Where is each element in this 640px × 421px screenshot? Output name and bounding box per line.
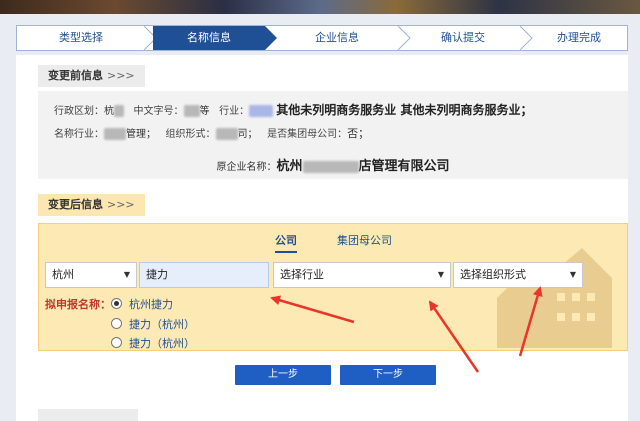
step-progress-bar: 类型选择 名称信息 企业信息 确认提交 办理完成 [16,25,628,51]
proposed-name-label: 拟申报名称： [45,298,111,311]
trade-name-input[interactable]: 捷力 [139,262,269,288]
before-info-row-2: 名称行业： 管理； 组织形式： 司； 是否集团母公司：否； [54,127,370,140]
next-step-button[interactable]: 下一步 [340,365,436,385]
before-info-row-1: 行政区划：杭 中文字号：等 行业： 其他未列明商务服务业 其他未列明商务服务业； [54,103,533,117]
main-panel: 变更前信息 >>> 行政区划：杭 中文字号：等 行业： 其他未列明商务服务业 其他… [16,55,628,421]
before-info-box: 行政区划：杭 中文字号：等 行业： 其他未列明商务服务业 其他未列明商务服务业；… [38,91,628,179]
dropdown-caret-icon: ▼ [123,270,130,279]
region-select[interactable]: 杭州 ▼ [45,262,137,288]
step-complete: 办理完成 [557,31,601,44]
after-section-title: 变更后信息 >>> [38,194,145,216]
redacted-mask [249,105,274,117]
next-section-title [38,409,138,421]
redacted-mask [215,128,238,140]
redacted-mask [302,161,359,173]
original-company-name: 原企业名称：杭州 店管理有限公司 [216,159,450,174]
building-watermark-icon [497,248,612,348]
redacted-mask [104,128,126,140]
radio-icon[interactable] [111,318,122,329]
org-form-select[interactable]: 选择组织形式 ▼ [453,262,583,288]
company-type-tabs: 公司 集团母公司 [39,232,627,254]
tab-company[interactable]: 公司 [275,232,297,253]
name-option-2[interactable]: 捷力（杭州） [111,316,195,332]
prev-step-button[interactable]: 上一步 [235,365,331,385]
dropdown-caret-icon: ▼ [437,270,444,279]
industry-select[interactable]: 选择行业 ▼ [273,262,451,288]
dropdown-caret-icon: ▼ [569,270,576,279]
step-active-arrow-icon [265,26,277,50]
step-confirm-submit: 确认提交 [441,31,485,44]
radio-selected-icon[interactable] [111,298,122,309]
redacted-mask [183,105,200,117]
redacted-mask [114,105,124,117]
before-section-title: 变更前信息 >>> [38,65,145,87]
after-info-box: 公司 集团母公司 杭州 ▼ 捷力 选择行业 ▼ 选择组织形式 ▼ 拟申报名称： 杭州捷… [38,223,628,351]
radio-icon[interactable] [111,337,122,348]
name-option-1[interactable]: 杭州捷力 [111,296,173,312]
top-banner-image [0,0,640,14]
tab-group-parent[interactable]: 集团母公司 [337,232,392,248]
name-option-3[interactable]: 捷力（杭州） [111,335,195,350]
step-company-info: 企业信息 [315,31,359,44]
step-name-info: 名称信息 [153,26,265,50]
step-type-selection: 类型选择 [59,31,103,44]
